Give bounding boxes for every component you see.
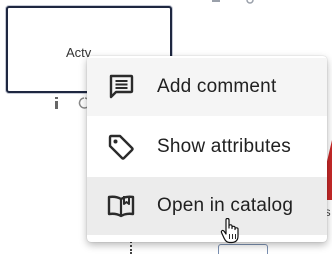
menu-item-show-attributes[interactable]: Show attributes <box>87 118 327 176</box>
menu-item-add-comment[interactable]: Add comment <box>87 58 327 116</box>
menu-item-label: Add comment <box>157 76 277 97</box>
menu-item-label: Open in catalog <box>157 195 294 216</box>
open-book-icon <box>107 195 135 218</box>
tag-icon <box>108 134 134 160</box>
menu-item-open-in-catalog[interactable]: Open in catalog <box>87 177 327 235</box>
diagram-canvas[interactable]: Actv is Add comment Show attr <box>0 0 332 254</box>
toolbar-icons-partial <box>212 0 254 4</box>
menu-item-label: Show attributes <box>157 136 291 157</box>
comment-icon <box>109 74 134 99</box>
bottom-diagram-shape <box>218 244 268 254</box>
context-menu: Add comment Show attributes Open in cata… <box>87 56 327 242</box>
hand-pointer-icon <box>220 218 239 244</box>
